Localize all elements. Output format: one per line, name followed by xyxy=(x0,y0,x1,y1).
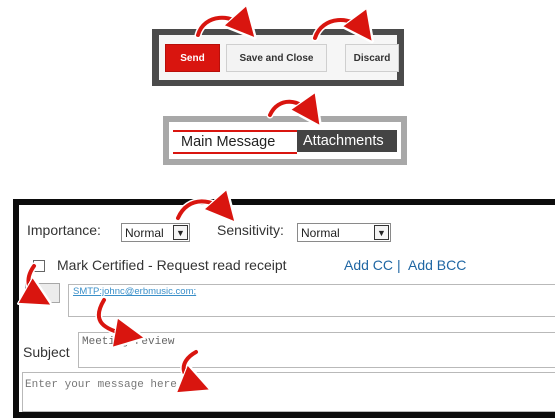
subject-input[interactable]: Meeting review xyxy=(78,332,555,368)
arrow-icon xyxy=(268,102,314,117)
importance-label: Importance: xyxy=(27,222,101,238)
chevron-down-icon[interactable]: ▼ xyxy=(173,225,188,240)
message-body-input[interactable]: Enter your message here. xyxy=(22,372,555,412)
save-and-close-button[interactable]: Save and Close xyxy=(226,44,327,72)
action-toolbar: Send Save and Close Discard xyxy=(152,29,404,86)
address-book-icon xyxy=(30,286,41,300)
chevron-down-icon[interactable]: ▼ xyxy=(374,225,389,240)
importance-value: Normal xyxy=(125,225,164,240)
action-toolbar-inner: Send Save and Close Discard xyxy=(159,35,399,80)
sensitivity-value: Normal xyxy=(301,225,340,240)
recipient-address[interactable]: SMTP:johnc@erbmusic.com; xyxy=(73,286,196,297)
message-form: Importance: Normal ▼ Sensitivity: Normal… xyxy=(19,205,555,412)
tab-main-message[interactable]: Main Message xyxy=(173,130,297,152)
message-tabs-panel: Main Message Attachments xyxy=(163,116,407,165)
message-tabs: Main Message Attachments xyxy=(169,122,401,159)
tab-attachments[interactable]: Attachments xyxy=(297,130,397,152)
link-separator: | xyxy=(397,257,401,273)
sensitivity-select[interactable]: Normal ▼ xyxy=(297,223,391,242)
subject-value: Meeting review xyxy=(82,336,175,348)
message-form-panel: Importance: Normal ▼ Sensitivity: Normal… xyxy=(13,199,555,418)
add-cc-link[interactable]: Add CC xyxy=(344,257,393,273)
importance-select[interactable]: Normal ▼ xyxy=(121,223,190,242)
discard-button[interactable]: Discard xyxy=(345,44,399,72)
mark-certified-label: Mark Certified - Request read receipt xyxy=(57,257,287,273)
subject-label: Subject xyxy=(23,344,70,360)
send-button[interactable]: Send xyxy=(165,44,220,72)
message-placeholder: Enter your message here. xyxy=(25,379,184,391)
active-tab-indicator xyxy=(173,152,297,154)
address-book-button[interactable] xyxy=(25,283,60,303)
to-field[interactable]: SMTP:johnc@erbmusic.com; xyxy=(68,284,555,317)
add-bcc-link[interactable]: Add BCC xyxy=(408,257,466,273)
mark-certified-checkbox[interactable] xyxy=(33,260,45,272)
sensitivity-label: Sensitivity: xyxy=(217,222,284,238)
